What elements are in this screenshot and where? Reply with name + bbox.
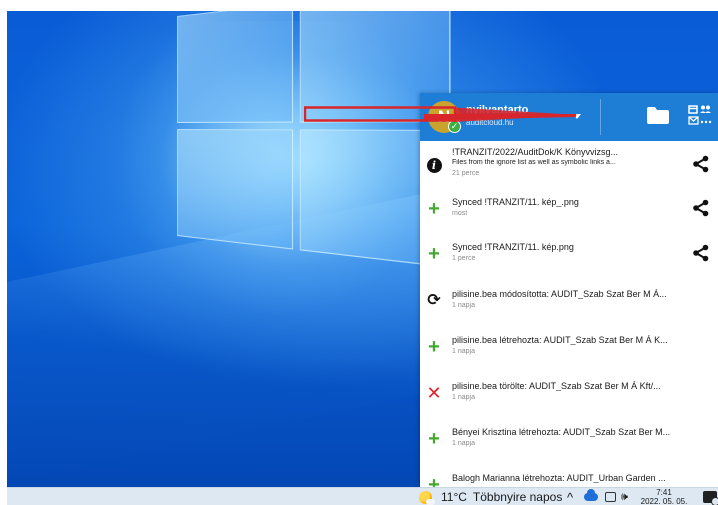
- share-icon[interactable]: [692, 155, 710, 173]
- activity-item[interactable]: i !TRANZIT/2022/AuditDok/K Könyvvizsg...…: [420, 141, 718, 189]
- notification-center-icon[interactable]: [703, 488, 718, 505]
- activity-item[interactable]: ⟳ pilisine.bea módosította: AUDIT_Szab S…: [420, 277, 718, 325]
- logo-pane: [177, 129, 294, 250]
- x-icon: ✕: [426, 383, 442, 403]
- activity-time: 1 perce: [452, 255, 476, 262]
- plus-icon: +: [428, 474, 440, 487]
- activity-title: Synced !TRANZIT/11. kép_.png: [452, 197, 579, 207]
- activity-title: Synced !TRANZIT/11. kép.png: [452, 242, 574, 252]
- clock-date: 2022. 05. 05.: [640, 497, 688, 505]
- taskbar: 11°C Többnyire napos ^ 🕪 7:41 2022. 05. …: [7, 487, 718, 505]
- info-icon: i: [426, 157, 442, 173]
- weather-text[interactable]: 11°C Többnyire napos: [441, 488, 562, 505]
- activity-detail: Files from the ignore list as well as sy…: [452, 159, 616, 166]
- plus-icon: +: [428, 336, 440, 358]
- share-icon[interactable]: [692, 199, 710, 217]
- windows-logo-graphic: [177, 11, 451, 268]
- clock[interactable]: 7:41 2022. 05. 05.: [639, 488, 689, 505]
- activity-title: !TRANZIT/2022/AuditDok/K Könyvvizsg...: [452, 147, 619, 157]
- plus-icon: +: [428, 243, 440, 265]
- activity-title: pilisine.bea létrehozta: AUDIT_Szab Szat…: [452, 335, 668, 345]
- clock-time: 7:41: [656, 488, 672, 497]
- sun-cloud-icon: [419, 490, 435, 505]
- activity-time: 1 napja: [452, 302, 475, 309]
- network-icon[interactable]: [605, 488, 616, 505]
- tray-expand-chevron-icon[interactable]: ^: [567, 488, 573, 505]
- activity-time: 1 napja: [452, 440, 475, 447]
- activity-item[interactable]: + Bényei Krisztina létrehozta: AUDIT_Sza…: [420, 415, 718, 463]
- plus-icon: +: [428, 198, 440, 220]
- plus-icon: +: [428, 428, 440, 450]
- weather-widget[interactable]: [419, 488, 435, 505]
- activity-item[interactable]: + Balogh Marianna létrehozta: AUDIT_Urba…: [420, 461, 718, 487]
- folder-icon[interactable]: [647, 107, 669, 124]
- activity-time: most: [452, 210, 468, 217]
- onedrive-cloud-icon[interactable]: [584, 488, 598, 505]
- activity-item[interactable]: + Synced !TRANZIT/11. kép_.png most: [420, 185, 718, 233]
- activity-time: 1 napja: [452, 348, 475, 355]
- weather-temperature: 11°C: [441, 490, 467, 504]
- share-icon[interactable]: [692, 244, 710, 262]
- nextcloud-activity-panel: N ✓ nyilvantarto auditcloud.hu i !TRANZI: [420, 93, 718, 487]
- activity-time: 21 perce: [452, 170, 480, 177]
- sync-icon: ⟳: [427, 292, 441, 309]
- activity-title: Balogh Marianna létrehozta: AUDIT_Urban …: [452, 473, 666, 483]
- activity-item[interactable]: ✕ pilisine.bea törölte: AUDIT_Szab Szat …: [420, 369, 718, 417]
- volume-icon[interactable]: 🕪: [621, 488, 628, 505]
- activity-title: Bényei Krisztina létrehozta: AUDIT_Szab …: [452, 427, 671, 437]
- header-divider: [600, 99, 601, 135]
- weather-description: Többnyire napos: [472, 490, 563, 504]
- activity-title: pilisine.bea törölte: AUDIT_Szab Szat Be…: [452, 381, 661, 391]
- activity-item[interactable]: + Synced !TRANZIT/11. kép.png 1 perce: [420, 230, 718, 278]
- activity-item[interactable]: + pilisine.bea létrehozta: AUDIT_Szab Sz…: [420, 323, 718, 371]
- activity-time: 1 napja: [452, 394, 475, 401]
- red-annotation-arrow: [304, 106, 580, 122]
- logo-pane: [177, 11, 294, 124]
- activity-title: pilisine.bea módosította: AUDIT_Szab Sza…: [452, 289, 667, 299]
- apps-menu-icon[interactable]: [688, 104, 712, 128]
